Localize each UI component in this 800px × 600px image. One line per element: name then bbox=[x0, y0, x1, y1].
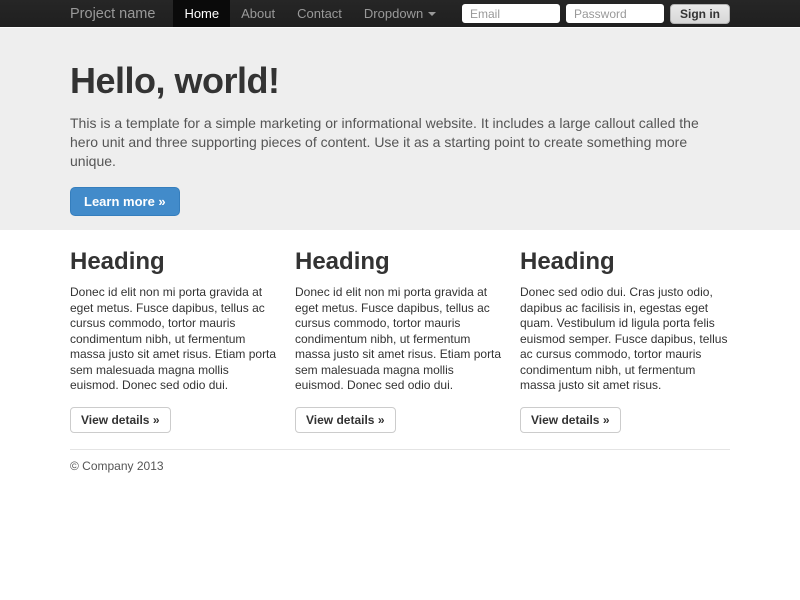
column-text: Donec id elit non mi porta gravida at eg… bbox=[70, 285, 280, 394]
nav-item-contact[interactable]: Contact bbox=[286, 0, 353, 27]
column-text: Donec id elit non mi porta gravida at eg… bbox=[295, 285, 505, 394]
password-field[interactable] bbox=[566, 4, 664, 23]
brand[interactable]: Project name bbox=[70, 0, 173, 27]
learn-more-button[interactable]: Learn more » bbox=[70, 187, 180, 216]
column-1: Heading Donec id elit non mi porta gravi… bbox=[70, 248, 280, 433]
column-heading: Heading bbox=[295, 248, 505, 276]
view-details-button-2[interactable]: View details » bbox=[295, 407, 396, 433]
main-nav: Home About Contact Dropdown bbox=[173, 0, 447, 27]
signin-form: Sign in bbox=[462, 0, 730, 27]
caret-down-icon bbox=[428, 12, 436, 16]
nav-item-home[interactable]: Home bbox=[173, 0, 230, 27]
column-2: Heading Donec id elit non mi porta gravi… bbox=[295, 248, 505, 433]
navbar: Project name Home About Contact Dropdown… bbox=[0, 0, 800, 28]
hero-title: Hello, world! bbox=[70, 60, 730, 102]
footer: © Company 2013 bbox=[70, 449, 730, 473]
email-field[interactable] bbox=[462, 4, 560, 23]
column-3: Heading Donec sed odio dui. Cras justo o… bbox=[520, 248, 730, 433]
column-text: Donec sed odio dui. Cras justo odio, dap… bbox=[520, 285, 730, 394]
view-details-button-1[interactable]: View details » bbox=[70, 407, 171, 433]
nav-item-dropdown[interactable]: Dropdown bbox=[353, 0, 447, 27]
view-details-button-3[interactable]: View details » bbox=[520, 407, 621, 433]
content-columns: Heading Donec id elit non mi porta gravi… bbox=[70, 248, 730, 433]
copyright-text: © Company 2013 bbox=[70, 459, 730, 473]
nav-item-about[interactable]: About bbox=[230, 0, 286, 27]
column-heading: Heading bbox=[70, 248, 280, 276]
nav-item-dropdown-label: Dropdown bbox=[364, 6, 423, 21]
sign-in-button[interactable]: Sign in bbox=[670, 4, 730, 24]
column-heading: Heading bbox=[520, 248, 730, 276]
hero-text: This is a template for a simple marketin… bbox=[70, 114, 730, 171]
hero-unit: Hello, world! This is a template for a s… bbox=[0, 28, 800, 230]
